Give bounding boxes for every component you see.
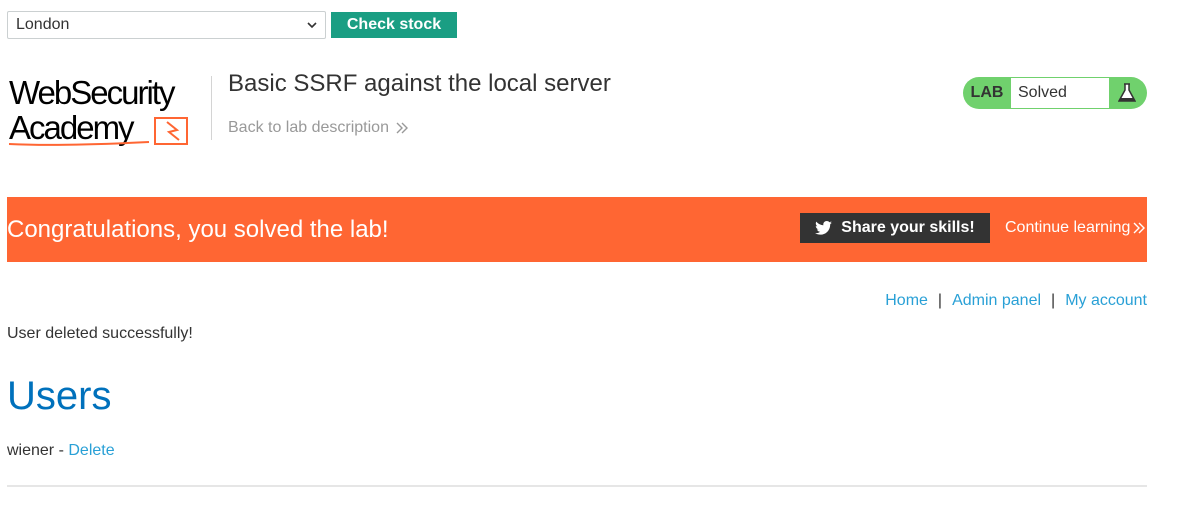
solved-message: Congratulations, you solved the lab! — [7, 215, 389, 243]
users-heading: Users — [7, 374, 112, 418]
svg-text:WebSecurity: WebSecurity — [9, 74, 176, 111]
user-separator: - — [54, 442, 69, 459]
store-select-value: London — [16, 16, 70, 33]
logo-image: WebSecurity Academy — [8, 74, 188, 146]
user-name: wiener — [7, 442, 55, 459]
user-row: wiener - Delete — [7, 442, 115, 460]
bottom-divider — [7, 485, 1147, 487]
nav-admin-panel-link[interactable]: Admin panel — [952, 292, 1041, 310]
stock-check-form: London Check stock — [7, 11, 457, 39]
share-skills-button[interactable]: Share your skills! — [800, 213, 990, 243]
flask-icon — [1109, 83, 1145, 103]
lab-title: Basic SSRF against the local server — [228, 70, 611, 97]
share-skills-label: Share your skills! — [841, 219, 975, 236]
delete-user-link[interactable]: Delete — [68, 442, 114, 459]
back-to-lab-description-link[interactable]: Back to lab description — [228, 119, 409, 137]
solved-banner: Congratulations, you solved the lab! Sha… — [7, 197, 1147, 262]
lab-status-value: Solved — [1011, 78, 1109, 108]
nav-my-account-link[interactable]: My account — [1065, 292, 1147, 310]
lab-status-widget: LAB Solved — [963, 77, 1147, 109]
back-link-label: Back to lab description — [228, 119, 389, 136]
twitter-icon — [815, 221, 833, 235]
chevron-down-icon — [307, 22, 317, 29]
header-divider — [211, 76, 212, 140]
continue-learning-label: Continue learning — [1005, 219, 1131, 236]
continue-learning-link[interactable]: Continue learning — [1005, 219, 1146, 237]
store-select[interactable]: London — [7, 11, 326, 39]
check-stock-button[interactable]: Check stock — [331, 12, 457, 38]
web-security-academy-logo[interactable]: WebSecurity Academy — [8, 74, 211, 148]
double-chevron-right-icon — [1133, 222, 1146, 234]
top-nav: Home | Admin panel | My account — [885, 292, 1147, 310]
nav-separator: | — [1051, 292, 1056, 309]
status-message: User deleted successfully! — [7, 325, 193, 342]
nav-home-link[interactable]: Home — [885, 292, 928, 310]
lab-label: LAB — [970, 84, 1004, 101]
svg-text:Academy: Academy — [9, 109, 135, 146]
nav-separator: | — [937, 292, 943, 309]
double-chevron-right-icon — [396, 122, 408, 134]
